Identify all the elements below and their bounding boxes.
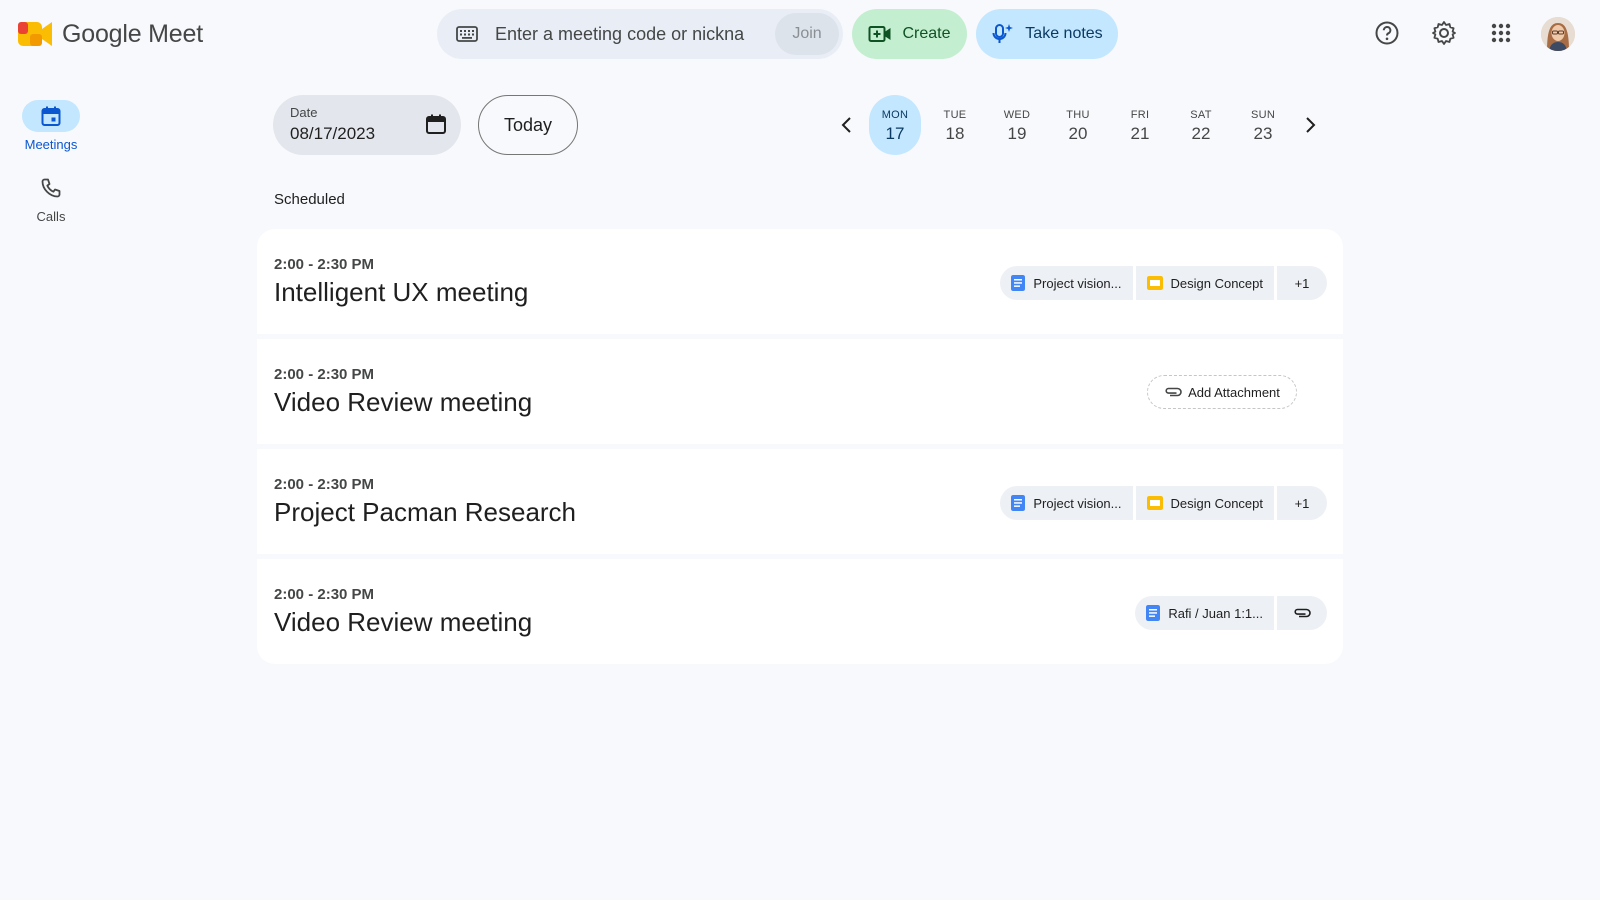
meeting-card[interactable]: 2:00 - 2:30 PM Intelligent UX meeting Pr… <box>257 229 1343 334</box>
create-button[interactable]: Create <box>852 9 967 59</box>
attachment-label: Design Concept <box>1170 275 1264 291</box>
add-attachment-icon-button[interactable] <box>1277 596 1327 630</box>
day-thu[interactable]: THU 20 <box>1052 95 1104 155</box>
date-field[interactable]: Date 08/17/2023 <box>273 95 461 155</box>
google-docs-icon <box>1011 275 1026 291</box>
meeting-card[interactable]: 2:00 - 2:30 PM Project Pacman Research P… <box>257 449 1343 554</box>
nav-pill <box>22 100 80 132</box>
account-avatar[interactable] <box>1541 17 1575 51</box>
take-notes-button[interactable]: Take notes <box>976 9 1118 59</box>
mic-sparkle-icon <box>992 24 1014 43</box>
attachment-label: Design Concept <box>1170 495 1264 511</box>
day-name: FRI <box>1130 109 1150 121</box>
day-tue[interactable]: TUE 18 <box>929 95 981 155</box>
day-fri[interactable]: FRI 21 <box>1114 95 1166 155</box>
calendar-picker-icon[interactable] <box>425 113 447 135</box>
nav-label-calls: Calls <box>36 209 66 224</box>
more-attachments-chip[interactable]: +1 <box>1277 266 1327 300</box>
meeting-title: Video Review meeting <box>274 607 533 637</box>
attachment-chip-doc[interactable]: Project vision... <box>1000 486 1133 520</box>
meeting-code-box: Join <box>437 9 843 59</box>
day-sat[interactable]: SAT 22 <box>1175 95 1227 155</box>
date-field-value: 08/17/2023 <box>290 124 376 143</box>
nav-label-meetings: Meetings <box>24 137 78 152</box>
attachment-chip-doc[interactable]: Project vision... <box>1000 266 1133 300</box>
meeting-title: Video Review meeting <box>274 387 533 417</box>
attachment-label: Project vision... <box>1033 275 1122 291</box>
meeting-time: 2:00 - 2:30 PM <box>274 366 375 383</box>
meeting-code-input[interactable] <box>495 21 745 47</box>
nav-item-calls[interactable]: Calls <box>16 172 86 224</box>
avatar-image <box>1541 17 1575 51</box>
add-attachment-label: Add Attachment <box>1188 384 1280 400</box>
meeting-time: 2:00 - 2:30 PM <box>274 476 375 493</box>
section-title-scheduled: Scheduled <box>274 191 345 208</box>
meeting-title: Intelligent UX meeting <box>274 277 529 307</box>
google-slides-icon <box>1146 276 1163 290</box>
paperclip-icon <box>1294 608 1311 618</box>
phone-icon <box>41 178 61 198</box>
brand[interactable]: Google Meet <box>16 18 203 50</box>
google-docs-icon <box>1011 495 1026 511</box>
add-attachment-button[interactable]: Add Attachment <box>1147 375 1297 409</box>
top-bar: Google Meet Join Create Take notes <box>0 0 1600 68</box>
take-notes-label: Take notes <box>1025 25 1103 42</box>
attachment-chips: Project vision... Design Concept +1 <box>1000 266 1327 300</box>
day-name: THU <box>1066 109 1090 121</box>
today-button[interactable]: Today <box>478 95 578 155</box>
day-date: 17 <box>885 124 905 143</box>
date-field-label: Date <box>290 105 318 120</box>
google-meet-logo-icon <box>18 22 52 46</box>
meeting-title: Project Pacman Research <box>274 497 577 527</box>
chevron-left-icon[interactable] <box>836 114 858 136</box>
attachment-chip-slides[interactable]: Design Concept <box>1135 266 1274 300</box>
help-icon[interactable] <box>1374 20 1400 46</box>
day-name: WED <box>1003 109 1031 121</box>
google-slides-icon <box>1146 496 1163 510</box>
meeting-card[interactable]: 2:00 - 2:30 PM Video Review meeting Add … <box>257 339 1343 444</box>
nav-pill <box>22 172 80 204</box>
join-button[interactable]: Join <box>775 13 839 55</box>
video-add-icon <box>868 26 891 42</box>
paperclip-icon <box>1165 387 1182 397</box>
day-date: 18 <box>945 124 965 143</box>
day-date: 23 <box>1253 124 1273 143</box>
attachment-chip-doc[interactable]: Rafi / Juan 1:1... <box>1135 596 1274 630</box>
meeting-time: 2:00 - 2:30 PM <box>274 256 375 273</box>
apps-grid-icon[interactable] <box>1488 20 1514 46</box>
google-docs-icon <box>1146 605 1161 621</box>
brand-name: Google Meet <box>62 19 203 48</box>
calendar-icon <box>41 106 61 126</box>
day-mon[interactable]: MON 17 <box>869 95 921 155</box>
day-date: 21 <box>1130 124 1150 143</box>
attachment-chip-slides[interactable]: Design Concept <box>1135 486 1274 520</box>
day-name: TUE <box>943 109 967 121</box>
day-wed[interactable]: WED 19 <box>991 95 1043 155</box>
chevron-right-icon[interactable] <box>1299 114 1321 136</box>
meeting-card[interactable]: 2:00 - 2:30 PM Video Review meeting Rafi… <box>257 559 1343 664</box>
day-date: 19 <box>1007 124 1027 143</box>
day-name: MON <box>881 109 909 121</box>
meeting-time: 2:00 - 2:30 PM <box>274 586 375 603</box>
day-sun[interactable]: SUN 23 <box>1237 95 1289 155</box>
attachment-chips: Rafi / Juan 1:1... <box>1135 596 1327 630</box>
day-date: 20 <box>1068 124 1088 143</box>
attachment-label: Rafi / Juan 1:1... <box>1168 605 1263 621</box>
nav-item-meetings[interactable]: Meetings <box>16 100 86 152</box>
settings-icon[interactable] <box>1431 20 1457 46</box>
day-name: SAT <box>1190 109 1212 121</box>
keyboard-icon <box>456 26 478 42</box>
day-date: 22 <box>1191 124 1211 143</box>
attachment-label: Project vision... <box>1033 495 1122 511</box>
more-attachments-chip[interactable]: +1 <box>1277 486 1327 520</box>
attachment-chips: Project vision... Design Concept +1 <box>1000 486 1327 520</box>
create-label: Create <box>902 25 951 42</box>
day-name: SUN <box>1250 109 1276 121</box>
